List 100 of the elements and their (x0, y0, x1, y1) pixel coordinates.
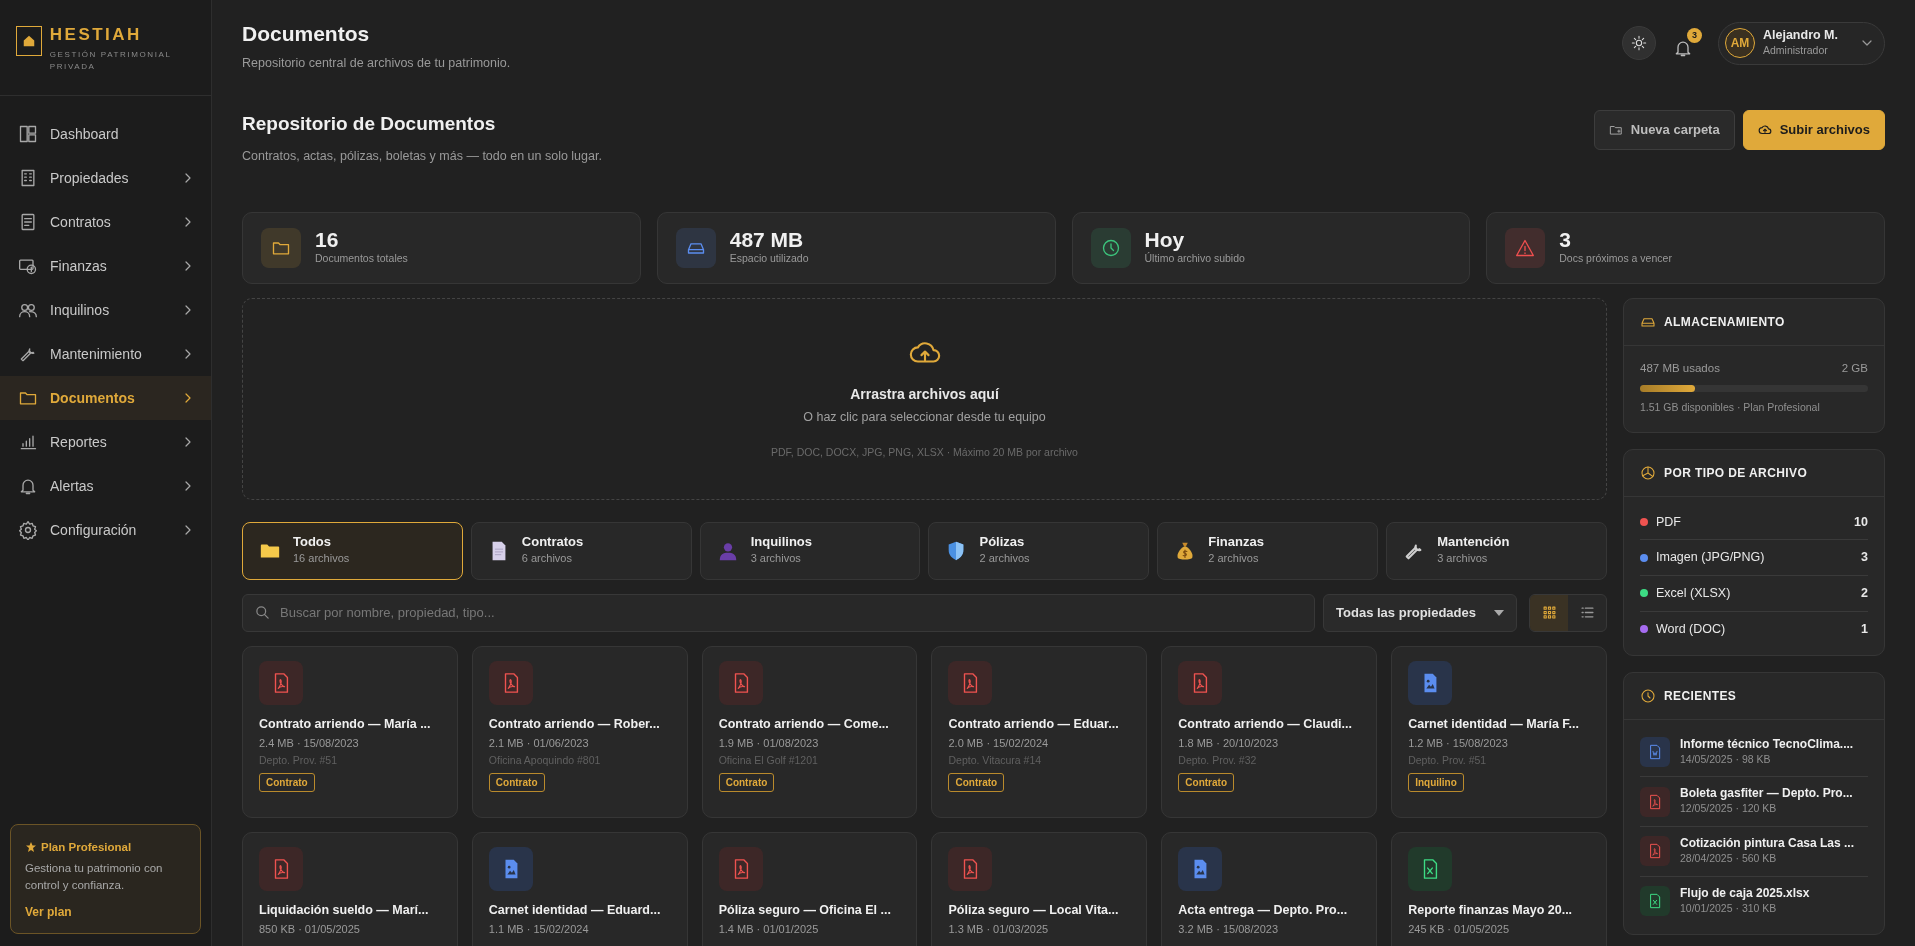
stat-label: Último archivo subido (1144, 252, 1245, 267)
type-count: 3 (1861, 549, 1868, 567)
document-tag: Contrato (948, 773, 1005, 793)
dropzone-note: PDF, DOC, DOCX, JPG, PNG, XLSX · Máximo 20 MB por archivo (771, 445, 1078, 460)
new-folder-button[interactable]: Nueva carpeta (1593, 110, 1735, 150)
document-meta: 850 KB · 01/05/2025 (259, 922, 361, 938)
sidebar-item[interactable]: Reportes (0, 420, 211, 464)
document-meta: 1.2 MB · 15/08/2023 (1408, 736, 1509, 752)
type-label: Imagen (JPG/PNG) (1656, 549, 1766, 567)
recent-file-name: Boleta gasfiter — Depto. Pro... (1680, 786, 1853, 802)
recent-file-name: Informe técnico TecnoClima.... (1680, 736, 1854, 752)
plan-link[interactable]: Ver plan (25, 902, 72, 921)
document-card[interactable]: Acta entrega — Depto. Pro... 3.2 MB · 15/08/2023 (1161, 831, 1378, 946)
document-name: Contrato arriendo — Claudi... (1178, 716, 1353, 733)
panel-title: ALMACENAMIENTO (1664, 313, 1785, 331)
stat-value: 3 (1559, 228, 1572, 252)
document-meta: 2.1 MB · 01/06/2023 (488, 736, 590, 752)
document-meta: 1.1 MB · 15/02/2024 (488, 922, 590, 938)
stat-value: 16 (315, 228, 340, 252)
property-filter-dropdown[interactable]: Todas las propiedades (1323, 593, 1517, 632)
recent-file-meta: 28/04/2025 · 560 KB (1680, 851, 1778, 866)
document-card[interactable]: Liquidación sueldo — Marí... 850 KB · 01/05/2025 (242, 831, 458, 946)
clock-icon (1640, 687, 1656, 704)
search-field[interactable]: Buscar por nombre, propiedad, tipo... (242, 593, 1316, 632)
list-icon (1580, 606, 1594, 619)
sidebar-item[interactable]: Contratos (0, 200, 211, 244)
document-meta: 1.3 MB · 01/03/2025 (948, 922, 1050, 938)
document-card[interactable]: Póliza seguro — Local Vita... 1.3 MB · 01/03/2025 (931, 831, 1148, 946)
sidebar-item[interactable]: Inquilinos (0, 288, 211, 332)
recent-file-meta: 10/01/2025 · 310 KB (1680, 900, 1778, 916)
chevron-right-icon (183, 349, 193, 359)
category-tab[interactable]: Mantención 3 archivos (1386, 521, 1607, 580)
house-icon (21, 34, 36, 48)
stat-label: Docs próximos a vencer (1559, 251, 1672, 267)
chevron-right-icon (183, 525, 193, 535)
type-label: Word (DOC) (1656, 620, 1727, 638)
chevron-right-icon (183, 481, 193, 491)
document-meta: 2.0 MB · 15/02/2024 (948, 736, 1050, 752)
category-tab[interactable]: Todos 16 archivos (242, 521, 463, 580)
pdf-file-icon (1647, 793, 1663, 810)
grid-icon (1542, 606, 1556, 619)
theme-toggle-button[interactable] (1622, 26, 1656, 61)
page-title: Documentos (242, 21, 371, 47)
category-tab[interactable]: Pólizas 2 archivos (928, 521, 1150, 580)
star-icon (25, 841, 37, 854)
panel-title: RECIENTES (1664, 687, 1737, 705)
notification-button[interactable]: 3 (1672, 28, 1702, 59)
sidebar-item[interactable]: Propiedades (0, 156, 211, 200)
storage-total: 2 GB (1841, 360, 1868, 376)
type-label: Excel (XLSX) (1656, 585, 1732, 602)
stat-label: Espacio utilizado (729, 251, 809, 267)
document-meta: 3.2 MB · 15/08/2023 (1178, 922, 1279, 938)
document-tag: Contrato (488, 773, 545, 793)
caret-down-icon (1494, 609, 1504, 616)
document-name: Contrato arriendo — Eduar... (948, 716, 1120, 733)
category-tab[interactable]: Finanzas 2 archivos (1157, 521, 1379, 580)
page-subtitle: Repositorio central de archivos de tu patrimonio. (242, 54, 511, 72)
brand-name: HESTIAH (49, 26, 143, 43)
document-name: Carnet identidad — María F... (1408, 716, 1581, 733)
cloud-upload-icon (1757, 123, 1772, 137)
recent-file-item[interactable]: Boleta gasfiter — Depto. Pro... 12/05/2025 · 120 KB (1640, 777, 1868, 827)
document-name: Acta entrega — Depto. Pro... (1178, 902, 1349, 919)
upload-button[interactable]: Subir archivos (1742, 110, 1885, 150)
sidebar-item[interactable]: Finanzas (0, 244, 211, 288)
search-input[interactable]: Buscar por nombre, propiedad, tipo... (278, 601, 1303, 624)
search-icon (255, 605, 270, 620)
document-name: Reporte finanzas Mayo 20... (1408, 902, 1574, 919)
document-name: Contrato arriendo — María ... (259, 716, 432, 733)
sidebar-item[interactable]: Mantenimiento (0, 332, 211, 376)
recent-file-item[interactable]: Informe técnico TecnoClima.... 14/05/2025 · 98 KB (1640, 727, 1868, 778)
document-tag: Inquilino (1408, 773, 1464, 793)
sidebar-item[interactable]: Alertas (0, 464, 211, 508)
document-tag: Contrato (718, 773, 775, 793)
folder-plus-icon (1608, 123, 1623, 137)
stat-value: Hoy (1144, 228, 1186, 252)
grid-view-button[interactable] (1530, 594, 1568, 631)
document-name: Contrato arriendo — Rober... (488, 716, 661, 733)
chevron-right-icon (183, 437, 193, 447)
document-card[interactable]: Reporte finanzas Mayo 20... 245 KB · 01/05/2025 (1391, 831, 1607, 946)
sidebar-item[interactable]: Configuración (0, 508, 211, 552)
category-tab[interactable]: Contratos 6 archivos (470, 521, 692, 580)
document-card[interactable]: Póliza seguro — Oficina El ... 1.4 MB · 01/01/2025 (701, 831, 918, 946)
document-meta: 1.8 MB · 20/10/2023 (1178, 736, 1279, 752)
panel-title: POR TIPO DE ARCHIVO (1664, 464, 1808, 482)
chevron-right-icon (183, 173, 193, 183)
document-card[interactable]: Carnet identidad — Eduard... 1.1 MB · 15/02/2024 (471, 831, 688, 946)
upload-dropzone[interactable]: Arrastra archivos aquí O haz clic para seleccionar desde tu equipo PDF, DOC, DOCX, JPG, PNG, XLSX · Máximo 20 MB por archivo (242, 297, 1607, 500)
dashboard-icon (18, 124, 38, 144)
plan-title: Plan Profesional (41, 839, 132, 855)
category-tab[interactable]: Inquilinos 3 archivos (699, 521, 921, 580)
recent-file-item[interactable]: Cotización pintura Casa Las ... 28/04/2025 · 560 KB (1640, 827, 1868, 877)
sidebar-item[interactable]: Documentos (0, 376, 211, 420)
user-menu[interactable]: AM Alejandro M. Administrador (1718, 22, 1885, 65)
recent-file-name: Flujo de caja 2025.xlsx (1680, 885, 1810, 901)
document-meta: 1.4 MB · 01/01/2025 (718, 922, 820, 938)
recent-file-meta: 12/05/2025 · 120 KB (1680, 801, 1778, 817)
sidebar-item[interactable]: Dashboard (0, 112, 211, 156)
section-subtitle: Contratos, actas, pólizas, boletas y más — todo en un solo lugar. (242, 147, 602, 165)
document-name: Contrato arriendo — Come... (718, 716, 890, 733)
recent-file-item[interactable]: Flujo de caja 2025.xlsx 10/01/2025 · 310 KB (1640, 876, 1868, 926)
